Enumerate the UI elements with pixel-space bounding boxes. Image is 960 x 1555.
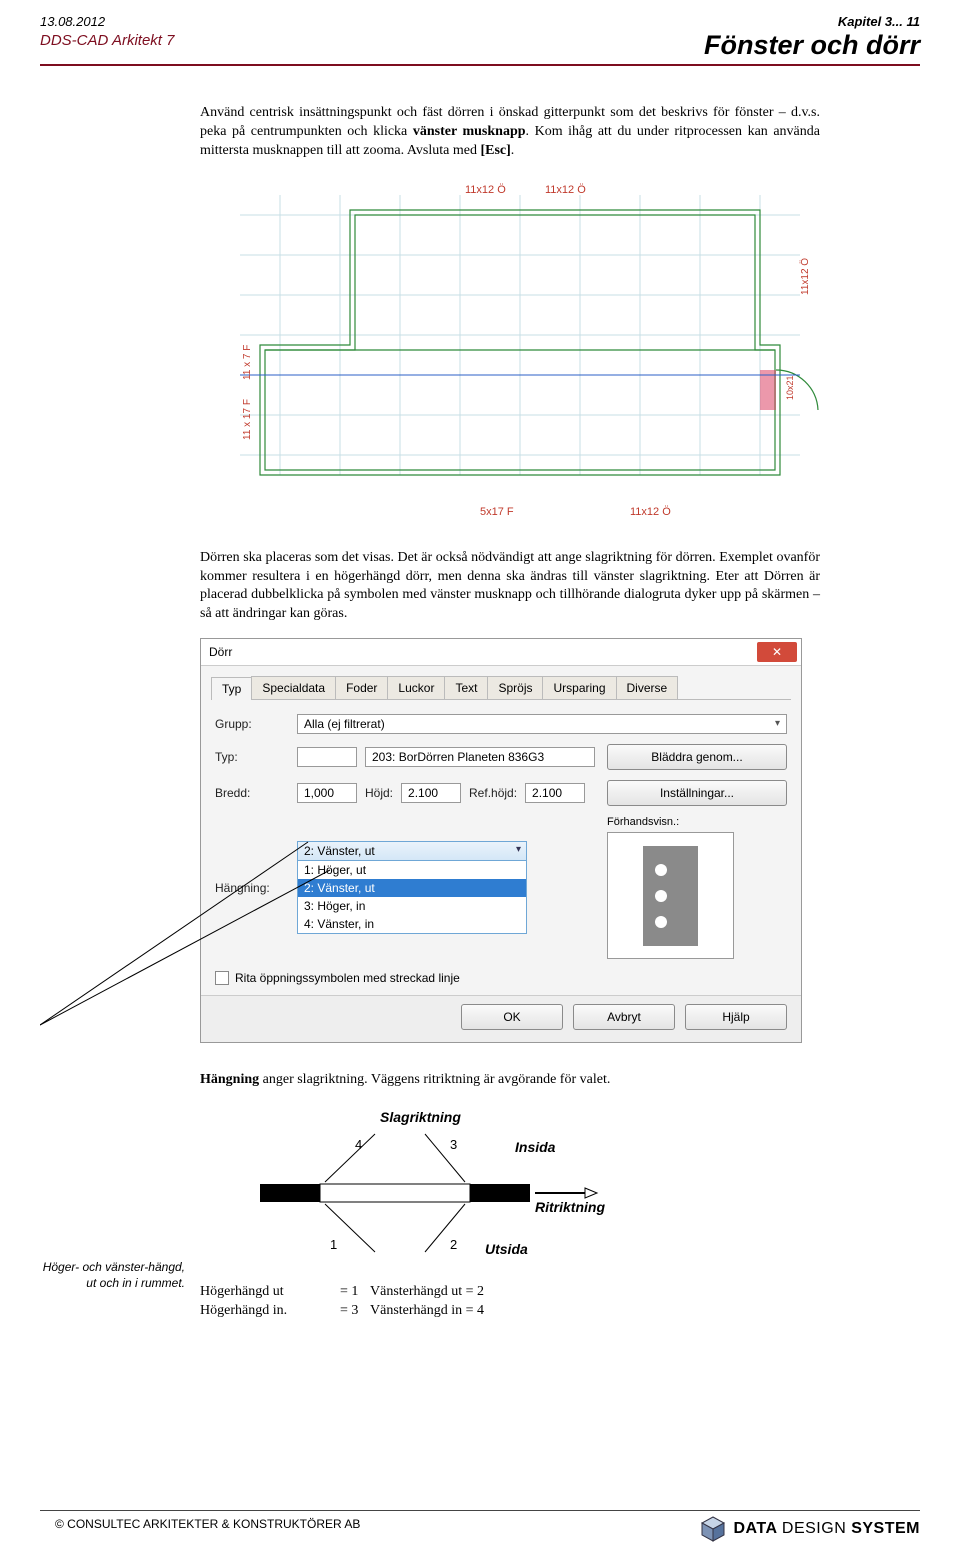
refhojd-label: Ref.höjd: bbox=[469, 786, 517, 800]
ok-button[interactable]: OK bbox=[461, 1004, 563, 1030]
footer-rule bbox=[40, 1510, 920, 1511]
cancel-button[interactable]: Avbryt bbox=[573, 1004, 675, 1030]
header-chapter: Kapitel 3... 11 bbox=[838, 14, 920, 29]
svg-text:11x12 Ö: 11x12 Ö bbox=[545, 184, 586, 196]
bredd-input[interactable]: 1,000 bbox=[297, 783, 357, 803]
svg-text:Slagriktning: Slagriktning bbox=[380, 1109, 461, 1125]
hojd-label: Höjd: bbox=[365, 786, 393, 800]
text: . bbox=[511, 143, 515, 158]
hojd-input[interactable]: 2.100 bbox=[401, 783, 461, 803]
svg-text:1: 1 bbox=[330, 1237, 337, 1252]
svg-text:11x12 Ö: 11x12 Ö bbox=[465, 184, 506, 196]
refhojd-input[interactable]: 2.100 bbox=[525, 783, 585, 803]
text: = 3 bbox=[340, 1303, 370, 1319]
help-button[interactable]: Hjälp bbox=[685, 1004, 787, 1030]
text: DATA bbox=[733, 1520, 781, 1537]
door-preview bbox=[607, 832, 734, 959]
typ-name-display: 203: BorDörren Planeten 836G3 bbox=[365, 747, 595, 767]
hangning-combo[interactable]: 2: Vänster, ut 1: Höger, ut 2: Vänster, … bbox=[297, 841, 527, 934]
typ-code-input[interactable] bbox=[297, 747, 357, 767]
door-dialog: Dörr ✕ Typ Specialdata Foder Luckor Text… bbox=[200, 638, 802, 1043]
svg-text:11x12 Ö: 11x12 Ö bbox=[799, 257, 811, 294]
paragraph-2: Dörren ska placeras som det visas. Det ä… bbox=[200, 549, 820, 625]
text: anger slagriktning. Väggens ritriktning … bbox=[259, 1072, 610, 1087]
header-app: DDS-CAD Arkitekt 7 bbox=[40, 32, 174, 49]
text: Vänsterhängd ut = 2 bbox=[370, 1284, 550, 1300]
hangning-selected[interactable]: 2: Vänster, ut bbox=[297, 841, 527, 861]
tab-specialdata[interactable]: Specialdata bbox=[251, 676, 336, 699]
tab-text[interactable]: Text bbox=[444, 676, 488, 699]
floor-plan-figure: 11x12 Ö 11x12 Ö 11x12 Ö 11 x 7 F 11 x 17… bbox=[200, 175, 820, 535]
hangning-opt-4[interactable]: 4: Vänster, in bbox=[298, 915, 526, 933]
svg-text:2: 2 bbox=[450, 1237, 457, 1252]
svg-text:11 x 17 F: 11 x 17 F bbox=[242, 399, 253, 440]
preview-label: Förhandsvisn.: bbox=[607, 816, 787, 828]
margin-note: Höger- och vänster-hängd, ut och in i ru… bbox=[40, 1260, 185, 1291]
paragraph-3: Hängning anger slagriktning. Väggens rit… bbox=[200, 1071, 820, 1090]
settings-button[interactable]: Inställningar... bbox=[607, 780, 787, 806]
dashed-symbol-checkbox[interactable] bbox=[215, 971, 229, 985]
close-icon[interactable]: ✕ bbox=[757, 642, 797, 662]
text: SYSTEM bbox=[851, 1520, 920, 1537]
dialog-title: Dörr bbox=[209, 645, 232, 659]
footer-brand: DATA DESIGN SYSTEM bbox=[699, 1515, 920, 1543]
text: DESIGN bbox=[782, 1520, 851, 1537]
paragraph-1: Använd centrisk insättningspunkt och fäs… bbox=[200, 104, 820, 161]
hangning-opt-2[interactable]: 2: Vänster, ut bbox=[298, 879, 526, 897]
svg-text:Utsida: Utsida bbox=[485, 1241, 528, 1257]
svg-text:10x21: 10x21 bbox=[785, 375, 795, 400]
tab-luckor[interactable]: Luckor bbox=[387, 676, 445, 699]
hanging-table: Högerhängd ut = 1 Vänsterhängd ut = 2 Hö… bbox=[200, 1284, 820, 1319]
svg-text:5x17 F: 5x17 F bbox=[480, 506, 514, 518]
header-date: 13.08.2012 bbox=[40, 14, 105, 29]
hangning-opt-1[interactable]: 1: Höger, ut bbox=[298, 861, 526, 879]
dashed-symbol-label: Rita öppningssymbolen med streckad linje bbox=[235, 971, 460, 985]
hangning-label: Hängning: bbox=[215, 881, 285, 895]
page-title: Fönster och dörr bbox=[704, 30, 920, 61]
text-bold: Hängning bbox=[200, 1072, 259, 1087]
dialog-tabs: Typ Specialdata Foder Luckor Text Spröjs… bbox=[211, 676, 791, 700]
text: Vänsterhängd in = 4 bbox=[370, 1303, 550, 1319]
grupp-combo[interactable]: Alla (ej filtrerat) bbox=[297, 714, 787, 734]
cube-icon bbox=[699, 1515, 727, 1543]
svg-text:Insida: Insida bbox=[515, 1139, 556, 1155]
footer-copyright: © CONSULTEC ARKITEKTER & KONSTRUKTÖRER A… bbox=[55, 1517, 360, 1531]
slag-diagram: Slagriktning 4 3 1 2 Insida bbox=[225, 1104, 625, 1274]
text: = 1 bbox=[340, 1284, 370, 1300]
hangning-opt-3[interactable]: 3: Höger, in bbox=[298, 897, 526, 915]
tab-foder[interactable]: Foder bbox=[335, 676, 388, 699]
browse-button[interactable]: Bläddra genom... bbox=[607, 744, 787, 770]
tab-diverse[interactable]: Diverse bbox=[616, 676, 679, 699]
tab-typ[interactable]: Typ bbox=[211, 677, 252, 700]
tab-ursparing[interactable]: Ursparing bbox=[542, 676, 616, 699]
svg-text:4: 4 bbox=[355, 1137, 362, 1152]
grupp-label: Grupp: bbox=[215, 717, 285, 731]
svg-text:11 x 7 F: 11 x 7 F bbox=[242, 344, 253, 379]
text: Högerhängd in. bbox=[200, 1303, 340, 1319]
svg-text:Ritriktning: Ritriktning bbox=[535, 1199, 605, 1215]
svg-text:11x12 Ö: 11x12 Ö bbox=[630, 506, 671, 518]
text-bold: vänster musknapp bbox=[413, 124, 526, 139]
text-bold: [Esc] bbox=[480, 143, 510, 158]
typ-label: Typ: bbox=[215, 750, 285, 764]
bredd-label: Bredd: bbox=[215, 786, 285, 800]
svg-text:3: 3 bbox=[450, 1137, 457, 1152]
header-rule bbox=[40, 64, 920, 66]
text: Högerhängd ut bbox=[200, 1284, 340, 1300]
tab-sprojs[interactable]: Spröjs bbox=[487, 676, 543, 699]
